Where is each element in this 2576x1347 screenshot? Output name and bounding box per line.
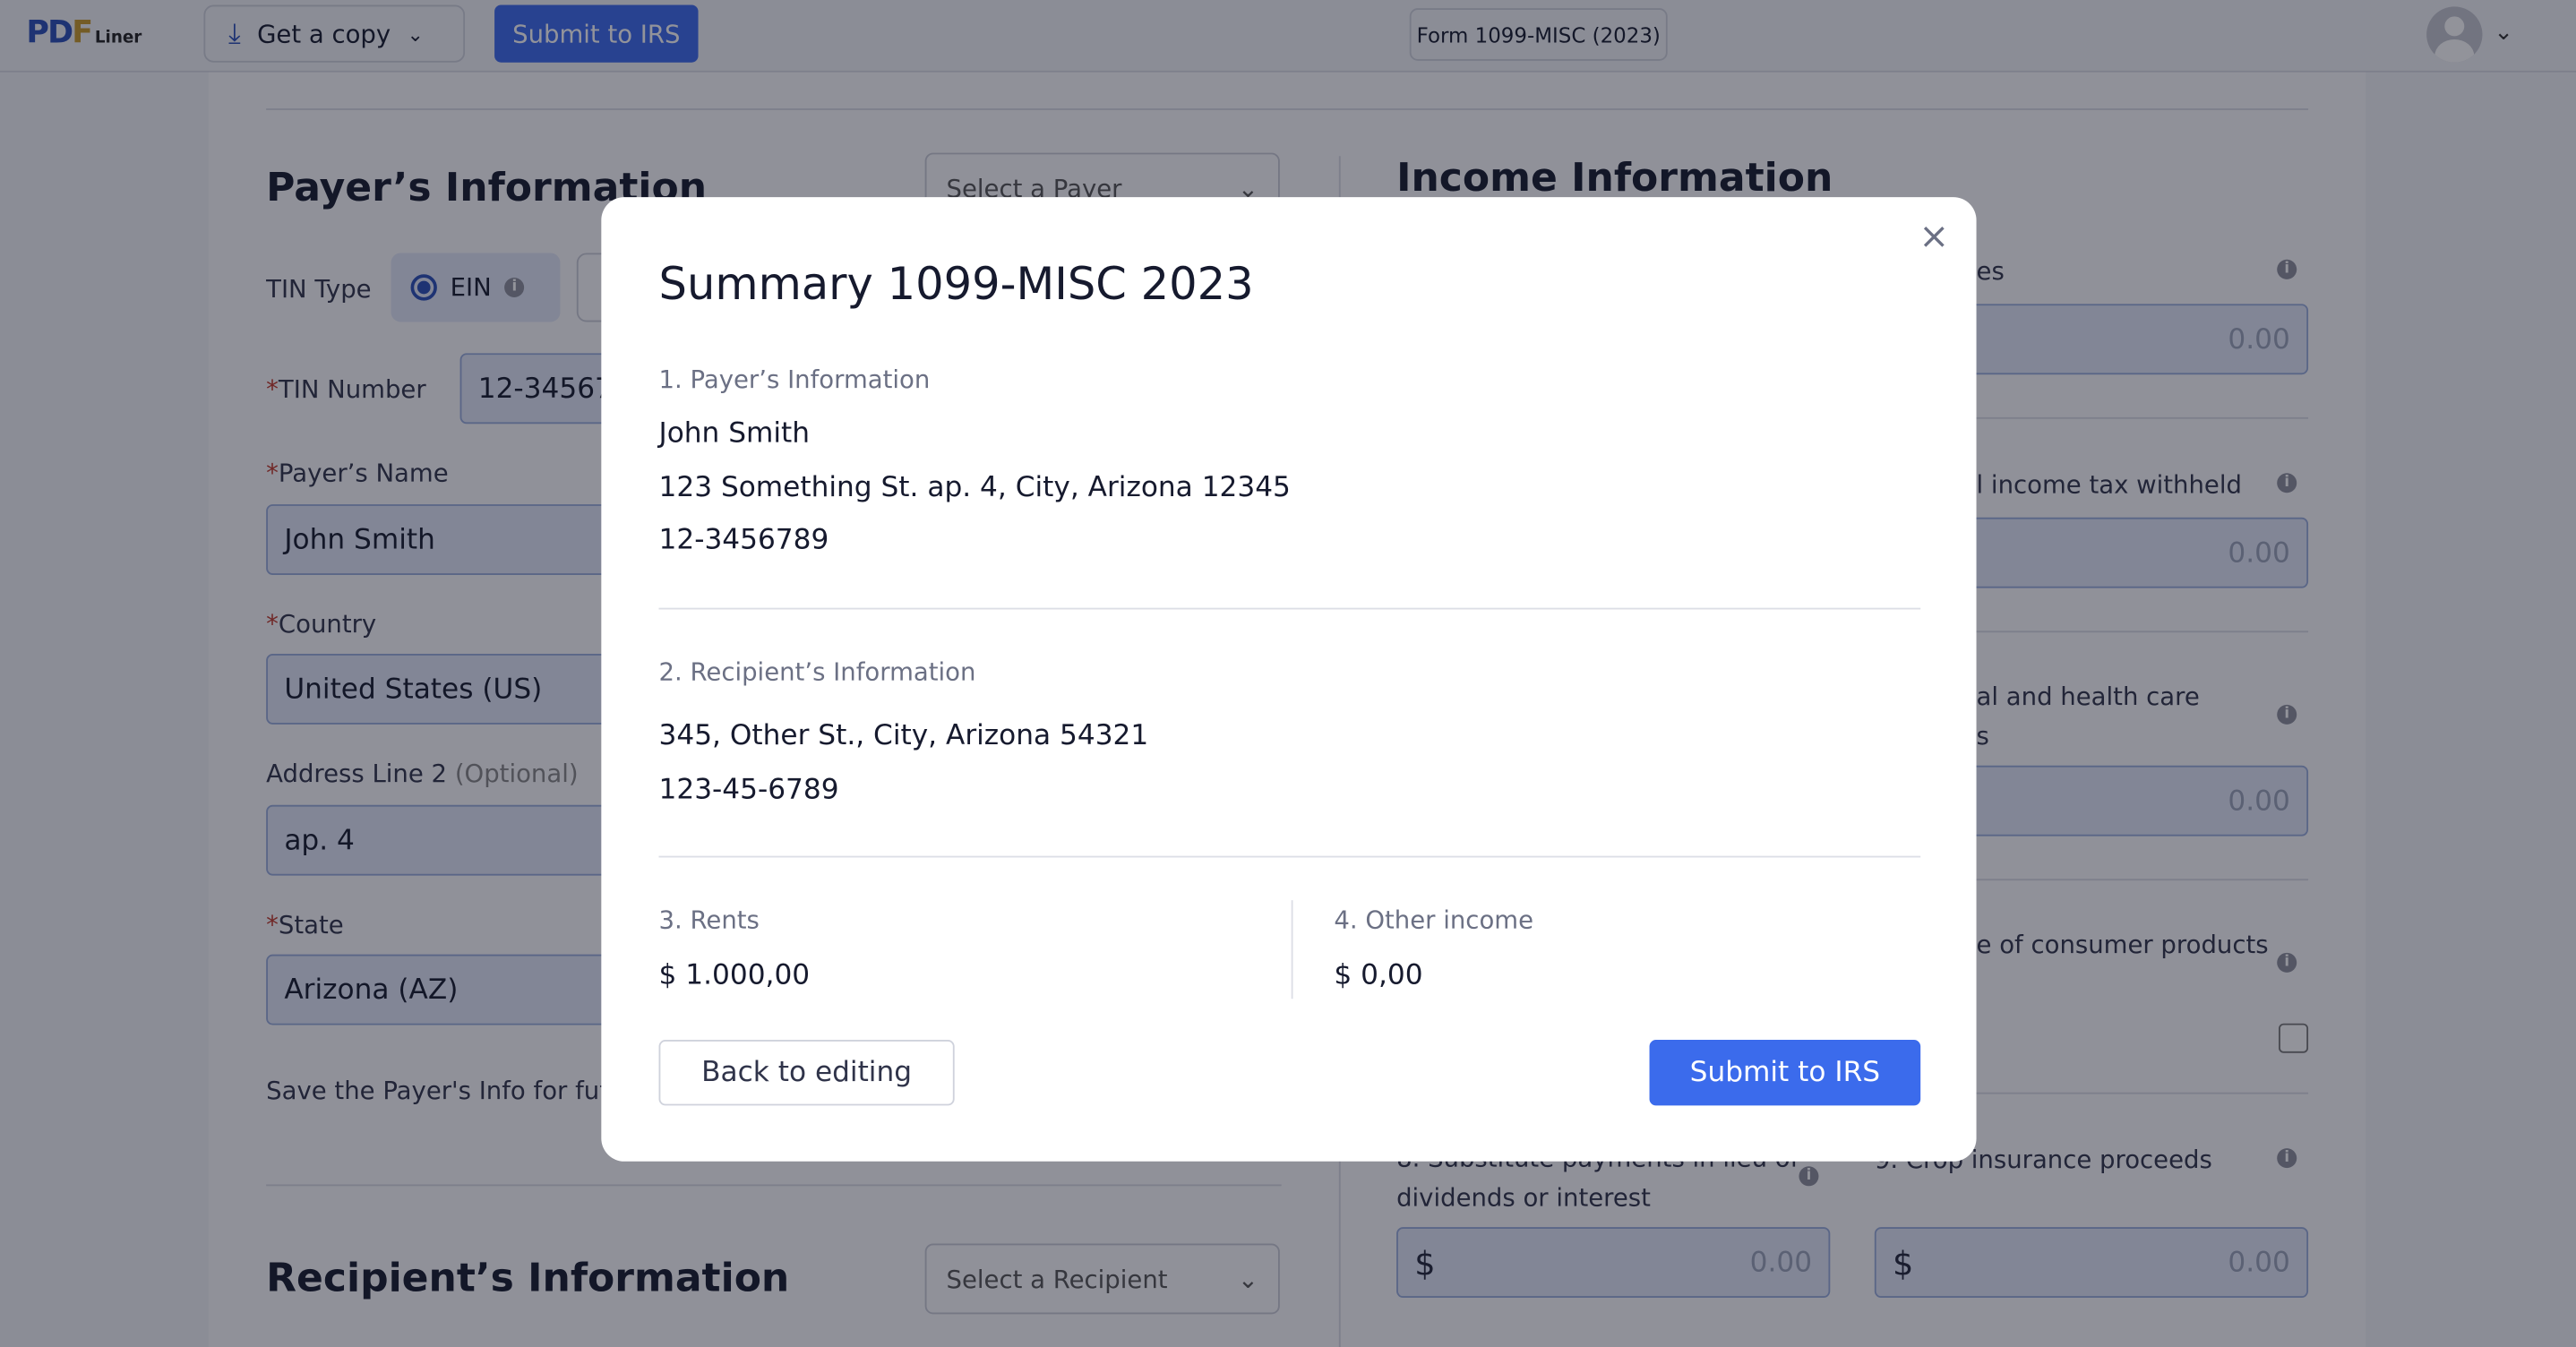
close-icon[interactable]: ×	[1919, 217, 1949, 258]
rents-value: $ 1.000,00	[658, 959, 811, 992]
summary-modal: Summary 1099-MISC 2023 × 1. Payer’s Info…	[601, 197, 1977, 1162]
rents-label: 3. Rents	[658, 905, 760, 935]
divider	[658, 855, 1921, 858]
payer-address: 123 Something St. ap. 4, City, Arizona 1…	[658, 471, 1291, 505]
modal-title: Summary 1099-MISC 2023	[658, 259, 1254, 311]
payer-name: John Smith	[658, 416, 811, 450]
column-divider	[1291, 900, 1293, 1000]
payer-section-label: 1. Payer’s Information	[658, 365, 931, 395]
payer-tin: 12-3456789	[658, 524, 829, 557]
other-income-label: 4. Other income	[1334, 905, 1534, 935]
recipient-tin: 123-45-6789	[658, 773, 839, 807]
divider	[658, 607, 1921, 610]
recipient-address: 345, Other St., City, Arizona 54321	[658, 719, 1149, 753]
recipient-section-label: 2. Recipient’s Information	[658, 656, 976, 687]
submit-to-irs-button[interactable]: Submit to IRS	[1649, 1040, 1921, 1106]
other-income-value: $ 0,00	[1334, 959, 1423, 992]
back-to-editing-button[interactable]: Back to editing	[658, 1040, 955, 1106]
